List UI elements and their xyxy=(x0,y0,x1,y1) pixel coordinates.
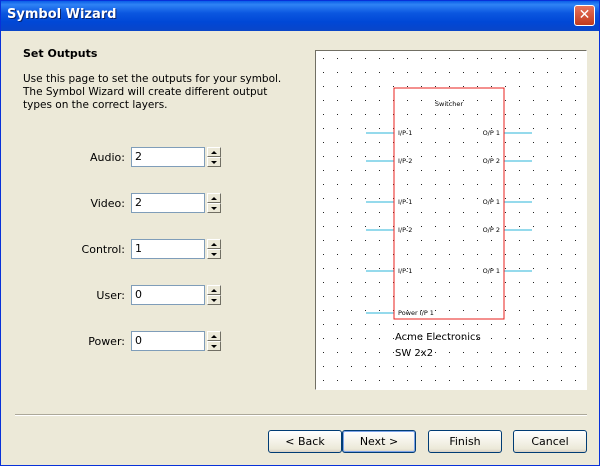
arrow-up-icon xyxy=(211,151,217,154)
arrow-up-icon xyxy=(211,335,217,338)
page-description: Use this page to set the outputs for you… xyxy=(23,73,282,111)
video-spin-down-button[interactable] xyxy=(207,203,221,213)
power-spin-down-button[interactable] xyxy=(207,341,221,351)
arrow-down-icon xyxy=(211,299,217,302)
audio-label: Audio: xyxy=(90,151,125,164)
window-title: Symbol Wizard xyxy=(7,7,117,22)
arrow-down-icon xyxy=(211,345,217,348)
user-input[interactable]: 0 xyxy=(131,285,205,305)
audio-out-2-label: O/P 2 xyxy=(483,157,500,165)
power-in-1-label: Power I/P 1 xyxy=(398,309,434,317)
power-spin-up-button[interactable] xyxy=(207,331,221,341)
video-input[interactable]: 2 xyxy=(131,193,205,213)
audio-input[interactable]: 2 xyxy=(131,147,205,167)
video-spin-up-button[interactable] xyxy=(207,193,221,203)
button-divider xyxy=(15,414,587,416)
audio-out-1-label: O/P 1 xyxy=(483,129,500,137)
title-bar[interactable]: Symbol Wizard ✕ xyxy=(1,1,599,31)
page-heading: Set Outputs xyxy=(23,47,98,60)
video-label: Video: xyxy=(90,197,125,210)
arrow-up-icon xyxy=(211,243,217,246)
next-button[interactable]: Next > xyxy=(342,430,416,453)
control-input[interactable]: 1 xyxy=(131,239,205,259)
symbol-preview-canvas: Switcher I/P-1 I/P-2 I/P-1 I/P-2 I/P-1 P… xyxy=(323,58,576,381)
arrow-down-icon xyxy=(211,253,217,256)
symbol-wizard-window: Symbol Wizard ✕ Set Outputs Use this pag… xyxy=(0,0,600,466)
symbol-name: Switcher xyxy=(435,100,463,108)
symbol-preview: Switcher I/P-1 I/P-2 I/P-1 I/P-2 I/P-1 P… xyxy=(315,50,587,390)
audio-spinner xyxy=(207,147,221,167)
video-out-2-label: O/P 2 xyxy=(483,226,500,234)
control-spinner xyxy=(207,239,221,259)
power-input[interactable]: 0 xyxy=(131,331,205,351)
power-label: Power: xyxy=(88,335,125,348)
user-spin-up-button[interactable] xyxy=(207,285,221,295)
close-icon[interactable]: ✕ xyxy=(574,5,595,26)
control-spin-up-button[interactable] xyxy=(207,239,221,249)
cancel-button[interactable]: Cancel xyxy=(513,430,587,453)
video-in-2-label: I/P-2 xyxy=(398,226,412,234)
control-in-1-label: I/P-1 xyxy=(398,267,412,275)
video-in-1-label: I/P-1 xyxy=(398,198,412,206)
power-spinner xyxy=(207,331,221,351)
audio-spin-down-button[interactable] xyxy=(207,157,221,167)
video-spinner xyxy=(207,193,221,213)
model-label: SW 2x2 xyxy=(395,348,433,359)
video-out-1-label: O/P 1 xyxy=(483,198,500,206)
finish-button[interactable]: Finish xyxy=(428,430,502,453)
arrow-up-icon xyxy=(211,289,217,292)
arrow-up-icon xyxy=(211,197,217,200)
user-label: User: xyxy=(96,289,125,302)
audio-in-2-label: I/P-2 xyxy=(398,157,412,165)
arrow-down-icon xyxy=(211,207,217,210)
control-label: Control: xyxy=(81,243,125,256)
user-spinner xyxy=(207,285,221,305)
back-button[interactable]: < Back xyxy=(268,430,342,453)
arrow-down-icon xyxy=(211,161,217,164)
user-spin-down-button[interactable] xyxy=(207,295,221,305)
control-out-1-label: O/P 1 xyxy=(483,267,500,275)
audio-spin-up-button[interactable] xyxy=(207,147,221,157)
control-spin-down-button[interactable] xyxy=(207,249,221,259)
audio-in-1-label: I/P-1 xyxy=(398,129,412,137)
manufacturer-label: Acme Electronics xyxy=(395,332,481,343)
